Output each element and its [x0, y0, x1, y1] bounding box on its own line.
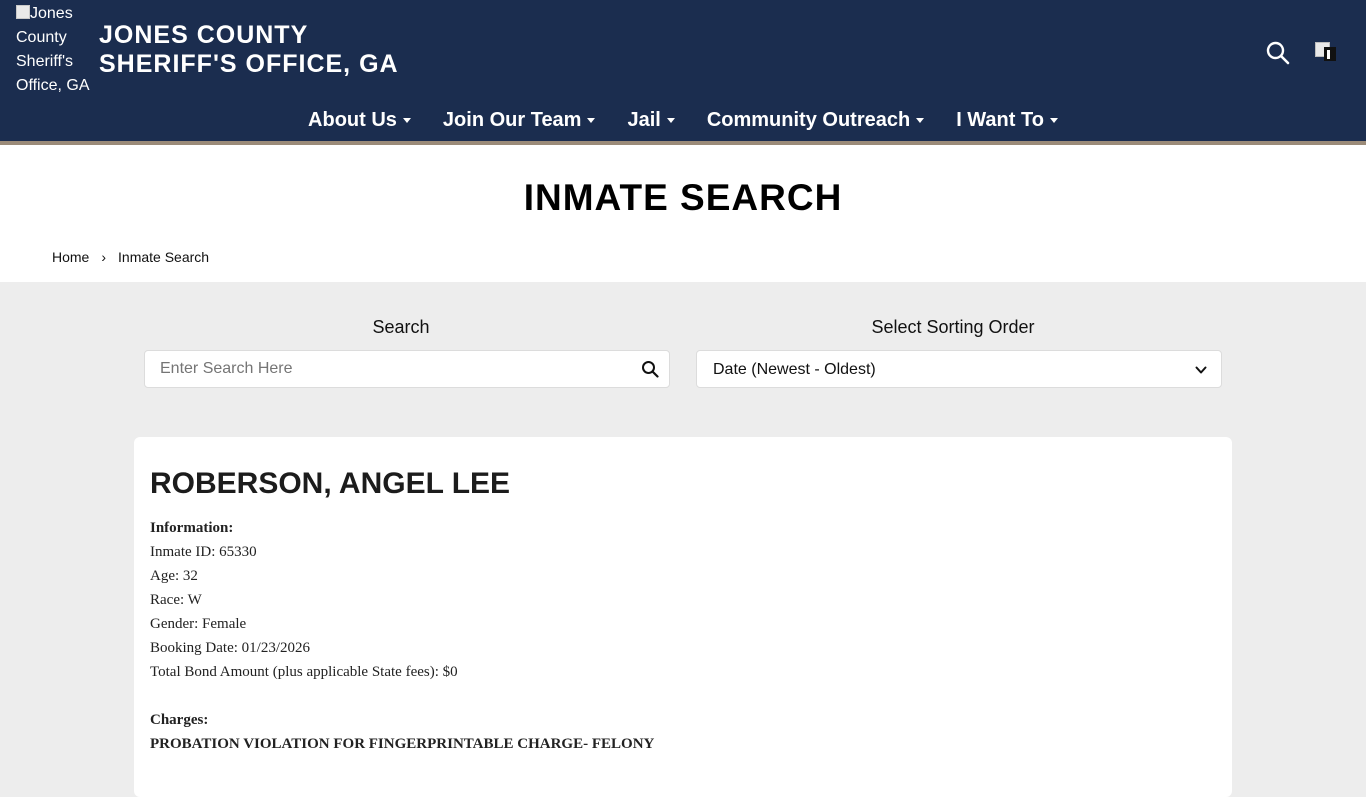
inmate-age: Age: 32	[150, 568, 198, 584]
nav-label: Community Outreach	[706, 108, 911, 131]
information-heading: Information:	[150, 520, 234, 536]
caret-down-icon	[402, 117, 411, 123]
search-icon	[1266, 41, 1290, 65]
breadcrumb-current: Inmate Search	[118, 249, 210, 265]
inmate-details: Information: Inmate ID: 65330 Age: 32 Ra…	[150, 516, 654, 756]
search-label: Search	[372, 317, 430, 337]
site-logo[interactable]: Jones County Sheriff's Office, GA	[16, 2, 96, 98]
charge-item: PROBATION VIOLATION FOR FINGERPRINTABLE …	[150, 736, 655, 752]
sort-selected-value: Date (Newest - Oldest)	[713, 361, 876, 378]
caret-down-icon	[587, 117, 596, 123]
caret-down-icon	[666, 117, 675, 123]
nav-label: Join Our Team	[442, 108, 582, 131]
chevron-down-icon	[1195, 366, 1207, 374]
search-icon[interactable]	[641, 360, 659, 378]
nav-join-our-team[interactable]: Join Our Team	[427, 104, 612, 136]
search-field	[144, 350, 670, 388]
inmate-race: Race: W	[150, 592, 202, 608]
nav-about-us[interactable]: About Us	[292, 104, 427, 136]
page-hero: INMATE SEARCH Home › Inmate Search	[0, 145, 1366, 282]
sort-label: Select Sorting Order	[871, 317, 1035, 337]
sort-select[interactable]: Date (Newest - Oldest)	[696, 350, 1222, 388]
header-image-link[interactable]	[1315, 42, 1337, 62]
nav-i-want-to[interactable]: I Want To	[940, 104, 1074, 136]
breadcrumb-separator: ›	[101, 249, 107, 265]
breadcrumb: Home › Inmate Search	[52, 249, 209, 265]
charges-heading: Charges:	[150, 712, 209, 728]
nav-jail[interactable]: Jail	[611, 104, 690, 136]
broken-image-icon	[1315, 42, 1336, 61]
site-title-line1: JONES COUNTY	[99, 21, 309, 49]
broken-image-icon	[16, 5, 30, 19]
main-nav: About Us Join Our Team Jail Community Ou…	[0, 104, 1366, 136]
search-input[interactable]	[145, 351, 625, 387]
nav-label: I Want To	[956, 108, 1044, 131]
inmate-card: ROBERSON, ANGEL LEE Information: Inmate …	[134, 437, 1232, 797]
inmate-id: Inmate ID: 65330	[150, 544, 257, 560]
caret-down-icon	[916, 117, 925, 123]
booking-date: Booking Date: 01/23/2026	[150, 640, 310, 656]
page-title: INMATE SEARCH	[523, 177, 843, 218]
caret-down-icon	[1049, 117, 1058, 123]
inmate-name: ROBERSON, ANGEL LEE	[150, 467, 511, 500]
site-header: Jones County Sheriff's Office, GA JONES …	[0, 0, 1366, 141]
nav-label: About Us	[308, 108, 397, 131]
bond-amount: Total Bond Amount (plus applicable State…	[150, 664, 458, 680]
nav-label: Jail	[627, 108, 661, 131]
breadcrumb-home-link[interactable]: Home	[52, 249, 89, 265]
header-search-button[interactable]	[1265, 40, 1291, 66]
site-title[interactable]: JONES COUNTY SHERIFF'S OFFICE, GA	[99, 21, 399, 79]
site-title-line2: SHERIFF'S OFFICE, GA	[99, 50, 399, 78]
inmate-gender: Gender: Female	[150, 616, 247, 632]
nav-community-outreach[interactable]: Community Outreach	[691, 104, 940, 136]
